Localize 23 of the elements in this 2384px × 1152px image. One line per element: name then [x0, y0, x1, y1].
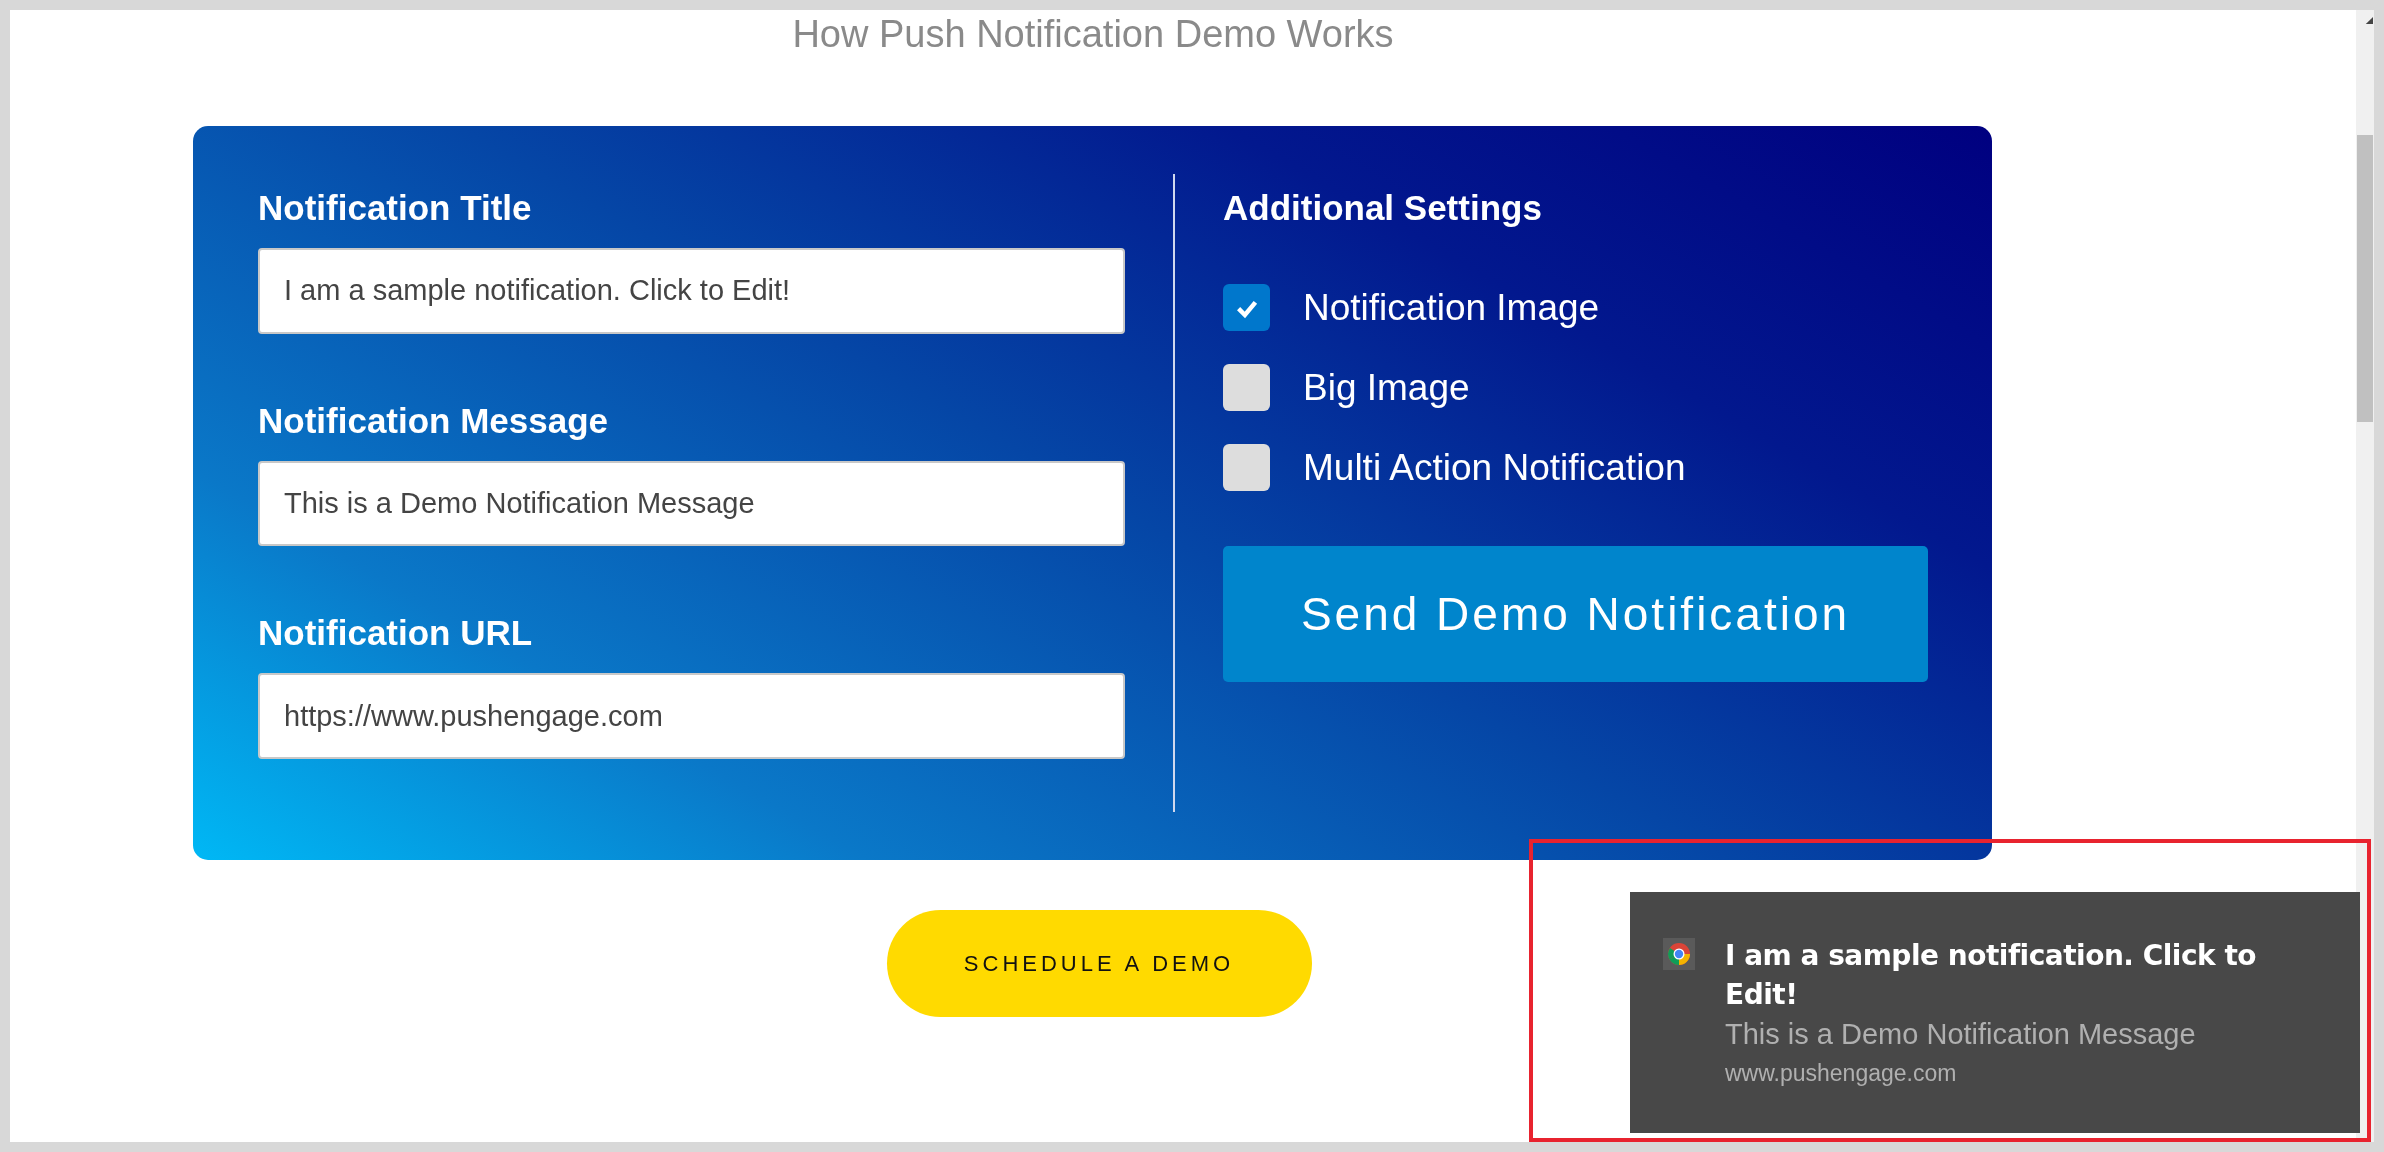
- notification-message: This is a Demo Notification Message: [1725, 1017, 2197, 1052]
- checkbox-label: Big Image: [1303, 366, 1470, 409]
- page-title: How Push Notification Demo Works: [791, 12, 1395, 57]
- notification-toast[interactable]: I am a sample notification. Click to Edit! This is a Demo Notification Message www.pushengage.com: [1630, 892, 2360, 1133]
- field-label: Notification Title: [258, 187, 533, 229]
- send-notification-button[interactable]: Send Demo Notification: [1223, 546, 1928, 682]
- checkbox[interactable]: [1223, 284, 1270, 331]
- browser-icon: [1663, 938, 1695, 970]
- input-field[interactable]: I am a sample notification. Click to Edit!: [258, 248, 1125, 334]
- notification-url: www.pushengage.com: [1725, 1059, 1958, 1088]
- field-label: Notification Message: [258, 399, 610, 442]
- input-field[interactable]: This is a Demo Notification Message: [258, 460, 1125, 547]
- scrollbar-thumb[interactable]: [2357, 135, 2373, 422]
- checkbox-label: Multi Action Notification: [1303, 446, 1686, 489]
- settings-heading: Additional Settings: [1223, 187, 1543, 229]
- checkbox[interactable]: [1223, 364, 1270, 411]
- scroll-up-icon[interactable]: [2363, 16, 2373, 25]
- field-label: Notification URL: [258, 612, 534, 655]
- schedule-demo-button[interactable]: SCHEDULE A DEMO: [886, 910, 1312, 1017]
- checkbox[interactable]: [1223, 444, 1270, 491]
- input-field[interactable]: https://www.pushengage.com: [258, 673, 1125, 759]
- notification-title: I am a sample notification. Click to Edit!: [1725, 938, 2258, 1013]
- checkbox-label: Notification Image: [1303, 286, 1600, 329]
